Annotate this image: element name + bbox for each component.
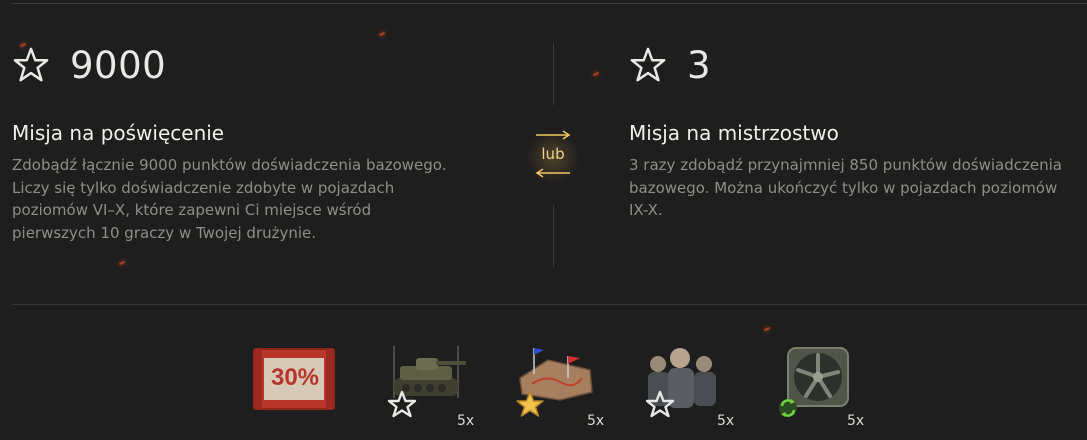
reward-count: 5x: [847, 413, 865, 429]
ember-decoration: [378, 31, 386, 37]
reward-cooling-fan[interactable]: 5x: [772, 338, 872, 438]
mission-description: Zdobądź łącznie 9000 punktów doświadczen…: [12, 156, 447, 242]
mission-title: Misja na mistrzostwo: [629, 121, 839, 145]
or-label: lub: [541, 145, 565, 163]
reward-discount-voucher[interactable]: 30%: [246, 338, 346, 438]
ember-decoration: [592, 71, 600, 77]
mission-points: 3: [687, 43, 712, 87]
star-outline-icon: [630, 47, 666, 82]
rewards-row: 30% 5x 5x 5x 5x: [0, 338, 1087, 440]
vertical-divider: [553, 43, 554, 105]
reward-battle-map[interactable]: 5x: [512, 338, 612, 438]
voucher-percent-label: 30%: [270, 364, 320, 391]
top-separator: [12, 3, 1087, 4]
mission-title: Misja na poświęcenie: [12, 121, 225, 145]
reward-crew[interactable]: 5x: [642, 338, 742, 438]
mission-points-row: 3: [629, 44, 1087, 86]
reward-tank[interactable]: 5x: [386, 338, 486, 438]
reward-count: 5x: [457, 413, 475, 429]
reward-count: 5x: [587, 413, 605, 429]
vertical-divider: [553, 205, 554, 267]
left-mission: 9000 Misja na poświęcenie Zdobądź łączni…: [12, 44, 482, 244]
star-outline-icon: [13, 47, 49, 82]
mission-points-row: 9000: [12, 44, 482, 86]
ember-decoration: [118, 260, 126, 266]
reward-count: 5x: [717, 413, 735, 429]
right-mission: 3 Misja na mistrzostwo 3 razy zdobądź pr…: [629, 44, 1087, 222]
mission-description: 3 razy zdobądź przynajmniej 850 punktów …: [629, 156, 1062, 219]
ember-decoration: [763, 326, 771, 332]
or-switch-badge: lub: [518, 118, 588, 198]
mission-points: 9000: [70, 43, 167, 87]
arrow-left-icon: [535, 168, 570, 178]
section-separator: [12, 304, 1087, 305]
arrow-right-icon: [536, 130, 571, 140]
